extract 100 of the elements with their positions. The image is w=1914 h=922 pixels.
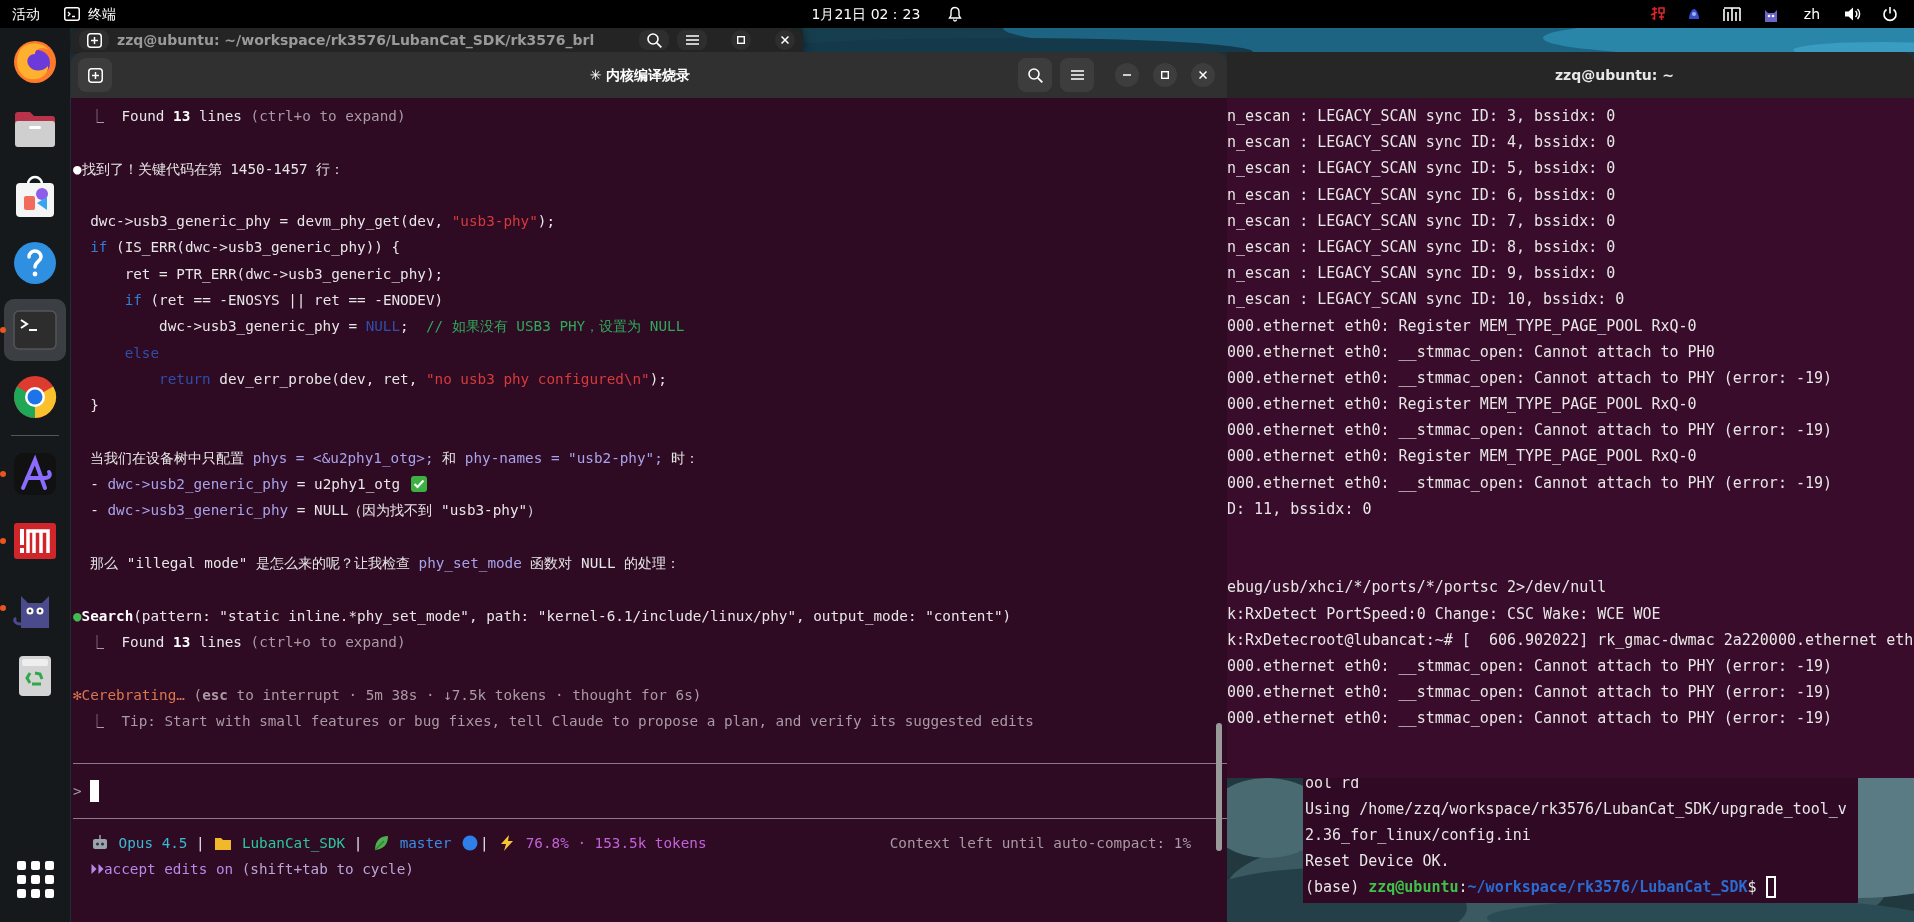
menu-button[interactable] xyxy=(1060,58,1094,92)
terminal-line: 000.ethernet eth0: __stmmac_open: Cannot attach to PHY (error: -19) xyxy=(1227,708,1834,730)
terminal-line: dwc->usb3_generic_phy = NULL; // 如果没有 USB3 PHY，设置为 NULL xyxy=(158,317,686,337)
text-cursor xyxy=(1765,876,1776,898)
terminal-line: 那么 "illegal mode" 是怎么来的呢？让我检查 phy_set_mode 函数对 NULL 的处理： xyxy=(89,554,682,574)
app-menu-button[interactable]: 终端 xyxy=(60,0,120,28)
search-icon xyxy=(646,32,662,48)
bars-icon[interactable] xyxy=(1721,6,1742,22)
terminal-line: ●Search(pattern: "static inline.*phy_set_mode", path: "kernel-6.1/include/linux/phy", output_mode: "content") xyxy=(73,606,1013,627)
terminal-text: Opus 4.5 xyxy=(117,833,188,853)
volume-icon[interactable] xyxy=(1844,6,1862,22)
terminal-line: n_escan : LEGACY_SCAN sync ID: 3, bssidx: 0 xyxy=(1227,106,1617,127)
dot-icon xyxy=(460,833,479,852)
terminal-line: ⎿ Found 13 lines (ctrl+o to expand) xyxy=(89,107,407,126)
terminal-line: n_escan : LEGACY_SCAN sync ID: 10, bssidx: 0 xyxy=(1227,289,1626,311)
terminal-line: 000.ethernet eth0: __stmmac_open: Cannot attach to PHY (error: -19) xyxy=(1227,655,1834,677)
context-indicator: Context left until auto-compact: 1% xyxy=(889,833,1191,853)
new-tab-button[interactable] xyxy=(78,58,112,92)
power-icon[interactable] xyxy=(1882,6,1898,22)
clock-button[interactable]: 1月21日 02：23 xyxy=(807,0,925,28)
terminal-line: if (ret == -ENOSYS || ret == -ENODEV) xyxy=(123,291,445,311)
terminal-line: 当我们在设备树中只配置 phys = <&u2phy1_otg>; 和 phy-names = "usb2-phy"; 时： xyxy=(89,448,701,469)
menu-icon xyxy=(1070,70,1084,80)
terminal-line: n_escan : LEGACY_SCAN sync ID: 8, bssidx: 0 xyxy=(1227,236,1617,258)
terminal-line: D: 11, bssidx: 0 xyxy=(1227,498,1373,520)
terminal-line: ret = PTR_ERR(dwc->usb3_generic_phy); xyxy=(123,264,445,285)
check-icon xyxy=(409,475,428,494)
terminal-line: - dwc->usb3_generic_phy = NULL（因为找不到 "usb3-phy"） xyxy=(89,501,543,521)
menu-icon xyxy=(685,35,699,45)
terminal-line: dwc->usb3_generic_phy = devm_phy_get(dev, "usb3-phy"); xyxy=(89,212,557,232)
app-icon xyxy=(11,450,59,498)
activities-button[interactable]: 活动 xyxy=(8,0,44,28)
leaf-icon xyxy=(372,833,391,852)
new-tab-icon xyxy=(87,67,103,83)
terminal-text: - xyxy=(89,475,100,495)
bell-icon xyxy=(948,6,963,22)
terminal-line: 2.36_for_linux/config.ini xyxy=(1305,825,1532,846)
terminal-line: n_escan : LEGACY_SCAN sync ID: 7, bssidx: 0 xyxy=(1227,210,1617,232)
maximize-button[interactable] xyxy=(731,30,751,50)
terminal-line: return dev_err_probe(dev, ret, "no usb3 phy configured\n"); xyxy=(158,369,668,390)
terminal-line: Reset Device OK. xyxy=(1305,851,1451,872)
terminal-line: n_escan : LEGACY_SCAN sync ID: 5, bssidx: 0 xyxy=(1227,158,1617,180)
new-tab-icon xyxy=(86,32,102,48)
terminal-text: 76.8% · 153.5k tokens xyxy=(524,833,707,853)
terminal-text: $ xyxy=(1747,877,1758,898)
terminal-line: 000.ethernet eth0: Register MEM_TYPE_PAGE_POOL RxQ-0 xyxy=(1227,446,1698,468)
terminal-icon xyxy=(64,7,80,21)
terminal-line: ✻Cerebrating… (esc to interrupt · 5m 38s · ↓7.5k tokens · thought for 6s) xyxy=(73,685,703,705)
terminal-line: 000.ethernet eth0: Register MEM_TYPE_PAGE_POOL RxQ-0 xyxy=(1227,394,1698,416)
text-cursor xyxy=(89,779,99,802)
robot-icon xyxy=(91,833,109,852)
close-button[interactable] xyxy=(1191,63,1215,87)
terminal-line: 000.ethernet eth0: Register MEM_TYPE_PAGE_POOL RxQ-0 xyxy=(1227,315,1698,337)
terminal-line: 000.ethernet eth0: __stmmac_open: Cannot attach to PHY (error: -19) xyxy=(1227,420,1834,442)
browser-icon xyxy=(11,38,59,86)
terminal-text: | xyxy=(195,833,206,854)
tray-app-icon[interactable] xyxy=(1649,6,1666,22)
browser-icon xyxy=(11,373,59,421)
terminal-line: n_escan : LEGACY_SCAN sync ID: 4, bssidx: 0 xyxy=(1227,132,1617,154)
search-button[interactable] xyxy=(639,30,669,50)
window-title: zzq@ubuntu: ~/workspace/rk3576/LubanCat_SDK/rk3576_brl xyxy=(117,30,596,51)
terminal-line: n_escan : LEGACY_SCAN sync ID: 6, bssidx: 0 xyxy=(1227,184,1617,206)
terminal-text: | xyxy=(352,833,364,854)
maximize-button[interactable] xyxy=(1153,63,1177,87)
help-icon xyxy=(11,239,59,287)
terminal-line: ●找到了！关键代码在第 1450-1457 行： xyxy=(73,159,346,179)
terminal-line: ⎿ Tip: Start with small features or bug fixes, tell Claude to propose a plan, and verify its suggested edits xyxy=(89,711,1035,731)
terminal-text: = u2phy1_otg xyxy=(295,475,402,495)
prompt-symbol: > xyxy=(73,781,82,801)
terminal-text: (base) xyxy=(1305,877,1361,898)
window-title: ✳ 内核编译烧录 xyxy=(588,65,692,85)
terminal-line: 000.ethernet eth0: __stmmac_open: Cannot attach to PHY (error: -19) xyxy=(1227,367,1834,389)
terminal-line: } xyxy=(89,396,100,416)
minimize-button[interactable] xyxy=(1115,63,1139,87)
terminal-text: dwc->usb2_generic_phy xyxy=(107,475,289,495)
search-button[interactable] xyxy=(1018,58,1052,92)
terminal-line: 000.ethernet eth0: __stmmac_open: Cannot attach to PH0 xyxy=(1227,341,1716,363)
terminal-text: zzq@ubuntu xyxy=(1368,877,1459,898)
terminal-text: : xyxy=(1458,877,1468,898)
search-icon xyxy=(1027,67,1043,83)
terminal-line: ⎿ Found 13 lines (ctrl+o to expand) xyxy=(89,632,407,652)
maximize-icon xyxy=(737,36,745,44)
terminal-line: k:RxDetecroot@lubancat:~# [ 606.902022] rk_gmac-dwmac 2a220000.ethernet eth xyxy=(1227,629,1914,651)
terminal-line: Using /home/zzq/workspace/rk3576/LubanCat_SDK/upgrade_tool_v xyxy=(1305,799,1848,820)
terminal-line: 000.ethernet eth0: __stmmac_open: Cannot attach to PHY (error: -19) xyxy=(1227,682,1834,704)
close-icon xyxy=(781,36,789,44)
window-title: zzq@ubuntu: ~ xyxy=(1554,65,1675,85)
terminal-line: if (IS_ERR(dwc->usb3_generic_phy)) { xyxy=(89,238,402,258)
terminal-line: k:RxDetect PortSpeed:0 Change: CSC Wake: WCE WOE xyxy=(1227,603,1662,625)
close-button[interactable] xyxy=(775,30,795,50)
new-tab-button[interactable] xyxy=(79,30,109,50)
terminal-text: master xyxy=(398,833,453,853)
input-method-indicator[interactable]: zh xyxy=(1799,0,1824,28)
terminal-line: else xyxy=(123,343,161,363)
scrollbar[interactable] xyxy=(1216,723,1222,851)
terminal-line: ebug/usb/xhci/*/ports/*/portsc 2>/dev/null xyxy=(1227,577,1608,599)
terminal-text: ~/workspace/rk3576/LubanCat_SDK xyxy=(1467,877,1748,898)
maximize-icon xyxy=(1161,71,1169,79)
terminal-text: | xyxy=(479,833,490,854)
menu-button[interactable] xyxy=(677,30,707,50)
